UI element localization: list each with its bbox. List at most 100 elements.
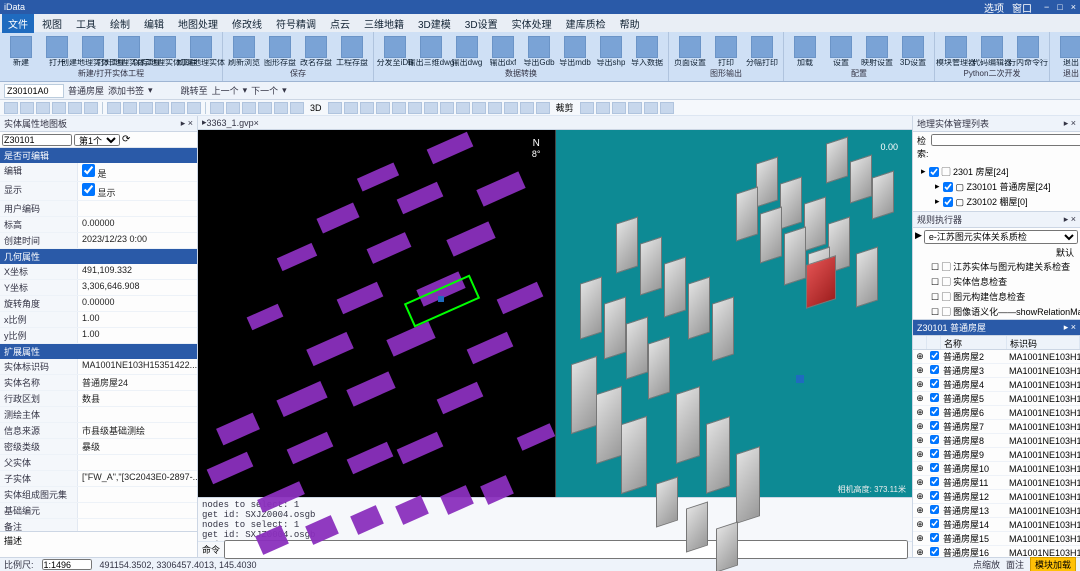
close-icon[interactable]: ▸ × (181, 118, 193, 129)
list-row[interactable]: ⊕普通房屋3MA1001NE103H1535... (913, 364, 1080, 378)
next-label[interactable]: 下一个 (251, 84, 278, 97)
list-row[interactable]: ⊕普通房屋2MA1001NE103H1535... (913, 350, 1080, 364)
menu-三维地籍[interactable]: 三维地籍 (358, 14, 410, 33)
prop-row[interactable]: 备注 (0, 519, 197, 531)
close-icon[interactable]: ▸ × (1064, 214, 1076, 225)
tool-页面设置[interactable]: 页面设置 (673, 34, 707, 68)
tool-设置[interactable]: 设置 (824, 34, 858, 68)
menu-工具[interactable]: 工具 (70, 14, 102, 33)
tool-输出dwg[interactable]: 输出dwg (450, 34, 484, 68)
toolbar-icon[interactable] (520, 102, 534, 114)
toolbar-icon[interactable] (274, 102, 288, 114)
menu-window[interactable]: 窗口 (1012, 0, 1032, 15)
toolbar-icon[interactable] (84, 102, 98, 114)
entity-tree[interactable]: ▸ ▢ 2301 房屋[24]▸ ▢ Z30101 普通房屋[24]▸ ▢ Z3… (913, 162, 1080, 212)
tool-图形存盘[interactable]: 图形存盘 (263, 34, 297, 68)
menu-视图[interactable]: 视图 (36, 14, 68, 33)
toolbar-icon[interactable] (392, 102, 406, 114)
toolbar-icon[interactable] (360, 102, 374, 114)
prop-row[interactable]: 父实体 (0, 455, 197, 471)
tool-模块管理器[interactable]: 模块管理器 (939, 34, 973, 68)
toolbar-icon[interactable] (376, 102, 390, 114)
entity-list[interactable]: ⊕普通房屋2MA1001NE103H1535...⊕普通房屋3MA1001NE1… (913, 350, 1080, 557)
close-icon[interactable]: ▸ × (1064, 118, 1076, 129)
toolbar-icon[interactable] (328, 102, 342, 114)
tree-node[interactable]: ▸ ▢ 2301 房屋[24] (915, 164, 1078, 179)
menu-3D设置[interactable]: 3D设置 (459, 14, 504, 33)
menu-文件[interactable]: 文件 (2, 14, 34, 33)
tool-打印[interactable]: 打印 (709, 34, 743, 68)
prev-label[interactable]: 上一个 (212, 84, 239, 97)
toolbar-icon[interactable] (472, 102, 486, 114)
max-button[interactable]: □ (1057, 2, 1062, 12)
tool-导出shp[interactable]: 导出shp (594, 34, 628, 68)
menu-点云[interactable]: 点云 (324, 14, 356, 33)
tool-分幅打印[interactable]: 分幅打印 (745, 34, 779, 68)
menu-符号精调[interactable]: 符号精调 (270, 14, 322, 33)
toolbar-icon[interactable] (4, 102, 18, 114)
panel-code-input[interactable] (2, 134, 72, 146)
prop-row[interactable]: 显示 显示 (0, 182, 197, 201)
menu-编辑[interactable]: 编辑 (138, 14, 170, 33)
tool-刷编地理实体[interactable]: 刷编地理实体 (184, 34, 218, 68)
tool-导出Gdb[interactable]: 导出Gdb (522, 34, 556, 68)
prop-row[interactable]: 创建时间2023/12/23 0:00 (0, 233, 197, 249)
toolbar-icon[interactable] (226, 102, 240, 114)
prop-row[interactable]: 测绘主体 (0, 407, 197, 423)
tool-输出dxf[interactable]: 输出dxf (486, 34, 520, 68)
list-row[interactable]: ⊕普通房屋14MA1001NE103H1535... (913, 518, 1080, 532)
toolbar-icon[interactable] (52, 102, 66, 114)
menu-options[interactable]: 选项 (984, 0, 1004, 15)
list-row[interactable]: ⊕普通房屋16MA1001NE103H1535... (913, 546, 1080, 557)
viewport-2d[interactable]: N 8° (198, 130, 556, 497)
tool-改名存盘[interactable]: 改名存盘 (299, 34, 333, 68)
prop-row[interactable]: 信息来源市县级基础测绘 (0, 423, 197, 439)
search-input[interactable] (931, 134, 1080, 146)
panel-selector[interactable]: 第1个 (74, 134, 120, 146)
toolbar-icon[interactable] (258, 102, 272, 114)
list-row[interactable]: ⊕普通房屋13MA1001NE103H1535... (913, 504, 1080, 518)
min-button[interactable]: − (1044, 2, 1049, 12)
toolbar-icon[interactable] (290, 102, 304, 114)
toolbar-icon[interactable] (536, 102, 550, 114)
toolbar-icon[interactable] (612, 102, 626, 114)
toolbar-icon[interactable] (440, 102, 454, 114)
tool-导入数据[interactable]: 导入数据 (630, 34, 664, 68)
list-row[interactable]: ⊕普通房屋6MA1001NE103H1535... (913, 406, 1080, 420)
toolbar-icon[interactable] (107, 102, 121, 114)
toolbar-icon[interactable] (155, 102, 169, 114)
toolbar-icon[interactable] (408, 102, 422, 114)
prop-row[interactable]: 基础编元 (0, 503, 197, 519)
bookmark-label[interactable]: 添加书签 (108, 84, 144, 97)
layer-code-input[interactable] (4, 84, 64, 98)
toolbar-icon[interactable] (424, 102, 438, 114)
list-row[interactable]: ⊕普通房屋9MA1001NE103H1535... (913, 448, 1080, 462)
scale-input[interactable] (42, 559, 92, 570)
close-icon[interactable]: ▸ × (1064, 322, 1076, 333)
rule-dropdown[interactable]: e-江苏图元实体关系质检 (924, 230, 1078, 244)
tool-映射设置[interactable]: 映射设置 (860, 34, 894, 68)
toolbar-icon[interactable] (20, 102, 34, 114)
prop-row[interactable]: 实体组成图元集 (0, 487, 197, 503)
list-row[interactable]: ⊕普通房屋10MA1001NE103H1535... (913, 462, 1080, 476)
toolbar-icon[interactable] (171, 102, 185, 114)
center-tab[interactable]: ▸ 3363_1.gvp × (198, 116, 912, 130)
menu-绘制[interactable]: 绘制 (104, 14, 136, 33)
rule-item[interactable]: ☐ ▢ 实体信息检查 (913, 274, 1080, 289)
prop-row[interactable]: 实体名称普通房屋24 (0, 375, 197, 391)
menu-建库质检[interactable]: 建库质检 (560, 14, 612, 33)
toolbar-icon[interactable] (504, 102, 518, 114)
tree-node[interactable]: ▸ ▢ Z30102 棚屋[0] (915, 194, 1078, 209)
rule-item[interactable]: ☐ ▢ 图像语义化——showRelationMap... (913, 304, 1080, 319)
toolbar-icon[interactable] (139, 102, 153, 114)
tree-node[interactable]: ▸ ▢ Z30101 普通房屋[24] (915, 179, 1078, 194)
prop-row[interactable]: y比例1.00 (0, 328, 197, 344)
prop-row[interactable]: 行政区划数县 (0, 391, 197, 407)
prop-row[interactable]: 旋转角度0.00000 (0, 296, 197, 312)
menu-地图处理[interactable]: 地图处理 (172, 14, 224, 33)
cmd-input[interactable] (224, 540, 908, 559)
property-grid[interactable]: 是否可编辑编辑 是显示 显示用户编码标高0.00000创建时间2023/12/2… (0, 148, 197, 531)
menu-修改线[interactable]: 修改线 (226, 14, 268, 33)
prop-row[interactable]: 标高0.00000 (0, 217, 197, 233)
prop-row[interactable]: 子实体["FW_A","[3C2043E0-2897-... (0, 471, 197, 487)
